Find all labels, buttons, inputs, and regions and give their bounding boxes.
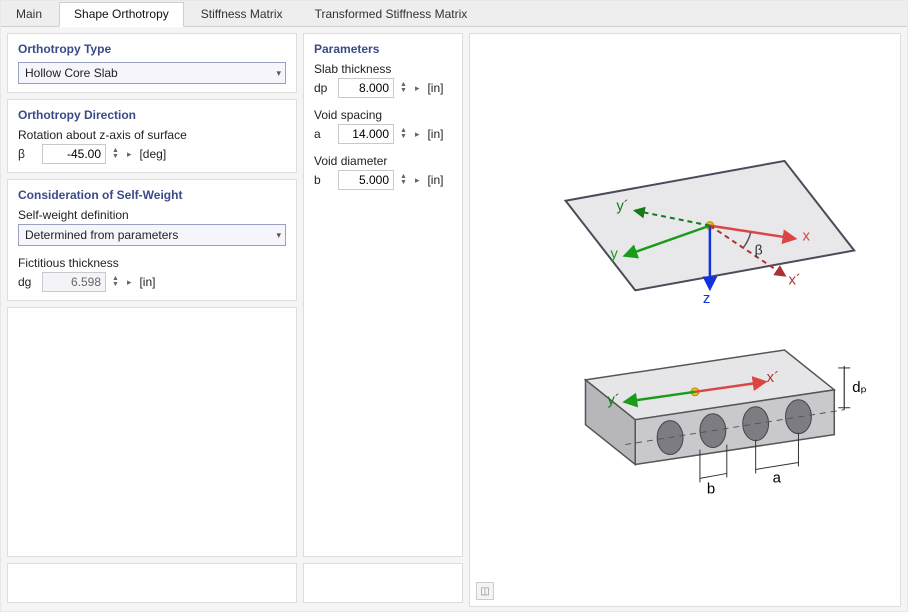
a-symbol: a — [314, 127, 332, 141]
self-weight-value: Determined from parameters — [25, 228, 178, 242]
b-unit: [in] — [427, 173, 443, 187]
chevron-down-icon: ▾ — [276, 68, 281, 79]
b-input[interactable] — [338, 170, 394, 190]
void-diameter-label: Void diameter — [314, 154, 452, 168]
body: Orthotropy Type Hollow Core Slab ▾ Ortho… — [1, 27, 907, 609]
b-step[interactable]: ▸ — [413, 175, 422, 186]
tab-bar: Main Shape Orthotropy Stiffness Matrix T… — [1, 1, 907, 27]
axis-z-label: z — [703, 290, 710, 307]
dp-label: dₚ — [852, 379, 867, 396]
left-footer-panel — [7, 563, 297, 603]
beta-step[interactable]: ▸ — [125, 149, 134, 160]
dp-spinner[interactable]: ▲▼ — [400, 82, 407, 94]
tab-main[interactable]: Main — [1, 2, 57, 27]
tab-stiffness-matrix[interactable]: Stiffness Matrix — [186, 2, 298, 27]
axis-x2-label: x´ — [789, 271, 801, 288]
beta-spinner[interactable]: ▲▼ — [112, 148, 119, 160]
axis-x-label: x — [802, 228, 810, 245]
dg-row: dg ▲▼ ▸ [in] — [18, 272, 286, 292]
orthotropy-direction-title: Orthotropy Direction — [18, 108, 286, 122]
b-symbol: b — [314, 173, 332, 187]
slab-y2-label: y´ — [607, 392, 619, 409]
self-weight-panel: Consideration of Self-Weight Self-weight… — [7, 179, 297, 301]
tab-shape-orthotropy[interactable]: Shape Orthotropy — [59, 2, 184, 27]
orthotropy-type-value: Hollow Core Slab — [25, 66, 118, 80]
dp-symbol: dp — [314, 81, 332, 95]
beta-row: β ▲▼ ▸ [deg] — [18, 144, 286, 164]
axis-y-label: y — [610, 245, 618, 262]
orthotropy-direction-panel: Orthotropy Direction Rotation about z-ax… — [7, 99, 297, 173]
axis-beta-label: β — [755, 241, 763, 257]
parameters-title: Parameters — [314, 42, 452, 56]
left-column: Orthotropy Type Hollow Core Slab ▾ Ortho… — [7, 33, 297, 603]
orthotropy-type-title: Orthotropy Type — [18, 42, 286, 56]
slab-diagram: x´ y´ dₚ a — [585, 350, 866, 497]
dg-spinner[interactable]: ▲▼ — [112, 276, 119, 288]
rotation-label: Rotation about z-axis of surface — [18, 128, 286, 142]
orthotropy-type-combo[interactable]: Hollow Core Slab ▾ — [18, 62, 286, 84]
a-spinner[interactable]: ▲▼ — [400, 128, 407, 140]
b-row: b ▲▼ ▸ [in] — [314, 170, 452, 190]
orthotropy-type-panel: Orthotropy Type Hollow Core Slab ▾ — [7, 33, 297, 93]
app-root: Main Shape Orthotropy Stiffness Matrix T… — [0, 0, 908, 612]
slab-x2-label: x´ — [767, 369, 779, 386]
dp-row: dp ▲▼ ▸ [in] — [314, 78, 452, 98]
right-column: x y z x´ y´ — [469, 33, 901, 603]
b-label: b — [707, 480, 715, 497]
dg-symbol: dg — [18, 275, 36, 289]
tab-transformed-stiffness[interactable]: Transformed Stiffness Matrix — [300, 2, 483, 27]
dp-step[interactable]: ▸ — [413, 83, 422, 94]
a-input[interactable] — [338, 124, 394, 144]
preview-svg: x y z x´ y´ — [476, 40, 894, 600]
dg-unit: [in] — [139, 275, 155, 289]
dp-input[interactable] — [338, 78, 394, 98]
parameters-panel: Parameters Slab thickness dp ▲▼ ▸ [in] V… — [303, 33, 463, 557]
self-weight-title: Consideration of Self-Weight — [18, 188, 286, 202]
chevron-down-icon: ▾ — [276, 230, 281, 241]
dp-unit: [in] — [427, 81, 443, 95]
mid-column: Parameters Slab thickness dp ▲▼ ▸ [in] V… — [303, 33, 463, 603]
beta-symbol: β — [18, 147, 36, 161]
b-spinner[interactable]: ▲▼ — [400, 174, 407, 186]
self-weight-combo[interactable]: Determined from parameters ▾ — [18, 224, 286, 246]
left-blank-panel — [7, 307, 297, 557]
void-spacing-label: Void spacing — [314, 108, 452, 122]
mid-footer-panel — [303, 563, 463, 603]
beta-input[interactable] — [42, 144, 106, 164]
beta-unit: [deg] — [139, 147, 166, 161]
axis-y2-label: y´ — [616, 198, 628, 215]
preview-panel: x y z x´ y´ — [469, 33, 901, 607]
surface-diagram: x y z x´ y´ — [566, 161, 855, 307]
a-row: a ▲▼ ▸ [in] — [314, 124, 452, 144]
slab-thickness-label: Slab thickness — [314, 62, 452, 76]
fictitious-thickness-label: Fictitious thickness — [18, 256, 286, 270]
a-label: a — [773, 469, 782, 486]
a-step[interactable]: ▸ — [413, 129, 422, 140]
self-weight-def-label: Self-weight definition — [18, 208, 286, 222]
dg-input[interactable] — [42, 272, 106, 292]
preview-settings-icon[interactable]: ◫ — [476, 582, 494, 600]
dg-step[interactable]: ▸ — [125, 277, 134, 288]
a-unit: [in] — [427, 127, 443, 141]
